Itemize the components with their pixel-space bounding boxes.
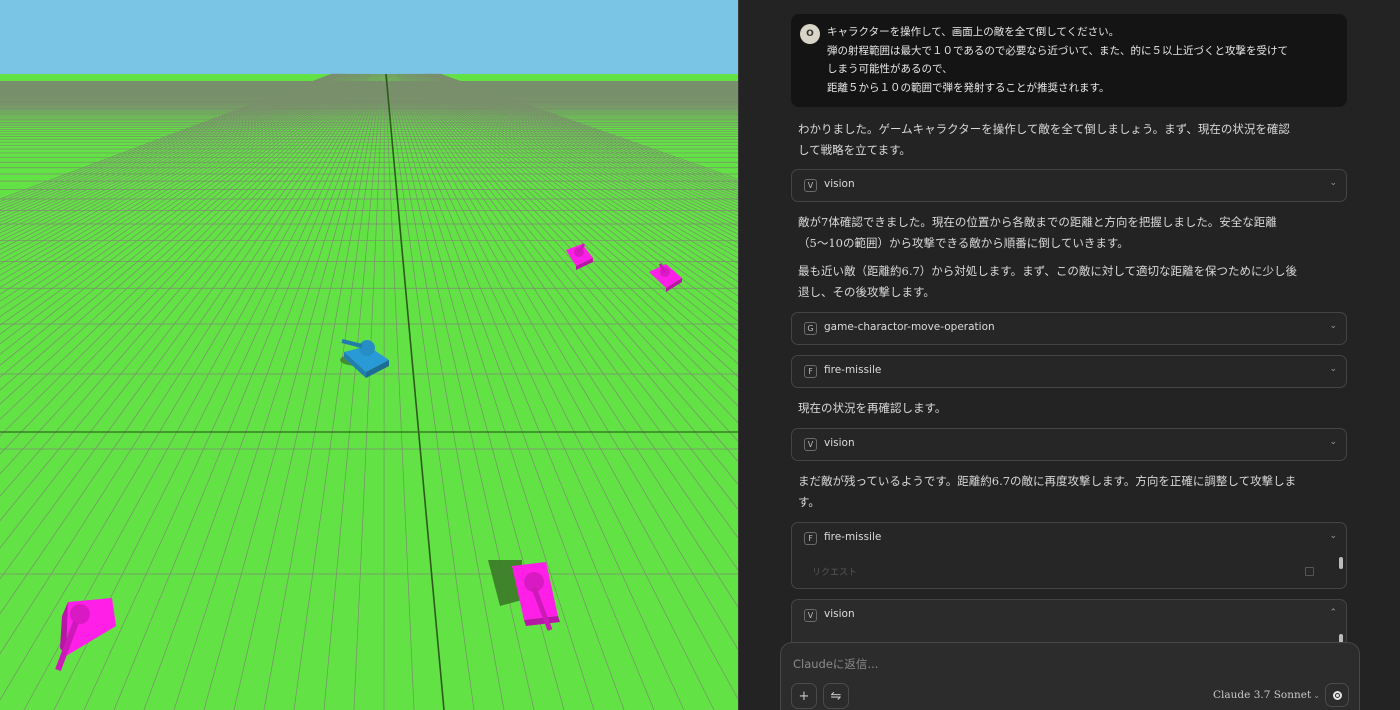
chat-panel: O キャラクターを操作して、画面上の敵を全て倒してください。 弾の射程範囲は最大…	[738, 0, 1400, 710]
tool-call-move-operation[interactable]: G game-charactor-move-operation ⌄	[791, 312, 1347, 345]
assistant-text-line: わかりました。ゲームキャラクターを操作して敵を全て倒しましょう。まず、現在の状況…	[798, 122, 1290, 136]
reply-input[interactable]	[791, 653, 1315, 675]
assistant-text-line: 最も近い敵（距離約6.7）から対処します。まず、この敵に対して適切な距離を保つた…	[798, 264, 1297, 278]
game-scene	[0, 0, 738, 710]
tool-badge: V	[804, 179, 817, 192]
chevron-down-icon[interactable]: ⌄	[1329, 178, 1337, 188]
game-viewport	[0, 0, 738, 710]
tool-badge: V	[804, 609, 817, 622]
chevron-down-icon[interactable]: ⌄	[1329, 437, 1337, 447]
chevron-down-icon[interactable]: ⌄	[1329, 531, 1337, 541]
assistant-text-line: まだ敵が残っているようです。距離約6.7の敵に再度攻撃します。方向を正確に調整し…	[798, 474, 1297, 488]
assistant-text-line: 現在の状況を再確認します。	[798, 401, 947, 415]
scrollbar-thumb[interactable]	[1339, 557, 1343, 569]
add-button[interactable]: +	[791, 683, 817, 709]
tool-label: fire-missile	[824, 364, 882, 376]
chevron-down-icon[interactable]: ⌄	[1329, 321, 1337, 331]
assistant-text-line: して戦略を立てます。	[798, 142, 911, 157]
tool-label: game-charactor-move-operation	[824, 321, 995, 333]
user-message-line: キャラクターを操作して、画面上の敵を全て倒してください。	[827, 26, 1120, 38]
tool-badge: G	[804, 322, 817, 335]
copy-icon[interactable]	[1305, 567, 1314, 576]
voice-button[interactable]	[1325, 683, 1349, 707]
tools-button[interactable]: ⇋	[823, 683, 849, 709]
user-message-line: 弾の射程範囲は最大で１０であるので必要なら近づいて、また、的に５以上近づくと攻撃…	[827, 44, 1289, 57]
plus-icon: +	[798, 688, 810, 704]
reply-composer: + ⇋ Claude 3.7 Sonnet⌄	[780, 642, 1360, 710]
sky	[0, 0, 738, 74]
user-message-line: 距離５から１０の範囲で弾を発射することが推奨されます。	[827, 81, 1110, 94]
tool-call-vision[interactable]: V vision ⌄	[791, 169, 1347, 202]
tool-badge: F	[804, 532, 817, 545]
assistant-text-line: 敵が7体確認できました。現在の位置から各敵までの距離と方向を把握しました。安全な…	[798, 215, 1277, 229]
tool-label: vision	[824, 608, 855, 620]
model-selector[interactable]: Claude 3.7 Sonnet ⌄	[1213, 689, 1320, 701]
voice-icon	[1332, 690, 1342, 700]
tool-badge: F	[804, 365, 817, 378]
tool-call-vision[interactable]: V vision ⌄	[791, 428, 1347, 461]
tool-call-fire-missile-expanded[interactable]: F fire-missile ⌄ リクエスト	[791, 522, 1347, 589]
tool-label: vision	[824, 437, 855, 449]
assistant-paragraph: まだ敵が残っているようです。距離約6.7の敵に再度攻撃します。方向を正確に調整し…	[798, 471, 1328, 512]
model-label: Claude 3.7 Sonnet	[1213, 689, 1312, 701]
user-message: O キャラクターを操作して、画面上の敵を全て倒してください。 弾の射程範囲は最大…	[791, 14, 1347, 107]
chevron-down-icon: ⌄	[1313, 691, 1320, 700]
assistant-text-line: す。	[798, 494, 820, 509]
tool-badge: V	[804, 438, 817, 451]
assistant-paragraph: 敵が7体確認できました。現在の位置から各敵までの距離と方向を把握しました。安全な…	[798, 212, 1328, 253]
tool-label: fire-missile	[824, 531, 882, 543]
assistant-paragraph: 最も近い敵（距離約6.7）から対処します。まず、この敵に対して適切な距離を保つた…	[798, 261, 1328, 302]
user-message-line: しまう可能性があるので、	[827, 63, 953, 75]
tool-label: vision	[824, 178, 855, 190]
chevron-up-icon[interactable]: ⌃	[1329, 608, 1337, 618]
assistant-paragraph: わかりました。ゲームキャラクターを操作して敵を全て倒しましょう。まず、現在の状況…	[798, 119, 1328, 160]
chevron-down-icon[interactable]: ⌄	[1329, 364, 1337, 374]
assistant-paragraph: 現在の状況を再確認します。	[798, 398, 1328, 419]
sliders-icon: ⇋	[830, 688, 842, 704]
user-avatar: O	[800, 24, 820, 44]
assistant-text-line: （5〜10の範囲）から攻撃できる敵から順番に倒していきます。	[798, 235, 1129, 250]
assistant-text-line: 退し、その後攻撃します。	[798, 284, 935, 299]
request-label: リクエスト	[812, 568, 858, 578]
tool-call-fire-missile[interactable]: F fire-missile ⌄	[791, 355, 1347, 388]
